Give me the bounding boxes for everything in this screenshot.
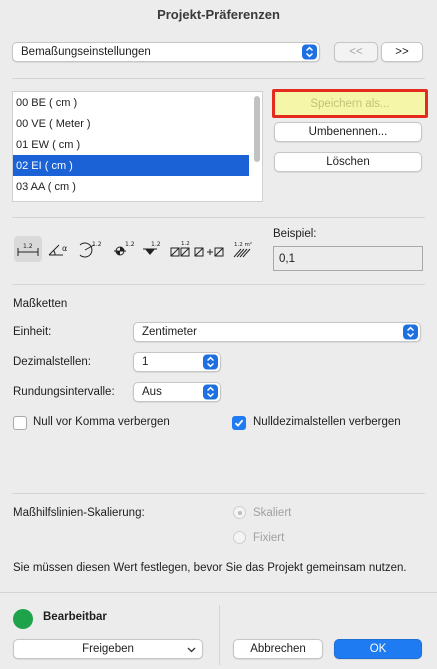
- rounding-select[interactable]: Aus: [133, 382, 221, 402]
- list-item[interactable]: 00 BE ( cm ): [13, 92, 249, 113]
- category-select[interactable]: Bemaßungseinstellungen: [12, 42, 320, 62]
- svg-text:1.2 m²: 1.2 m²: [234, 241, 252, 248]
- hide-leading-zero-label: Null vor Komma verbergen: [33, 416, 170, 428]
- chevron-down-icon: [187, 647, 196, 653]
- decimals-select[interactable]: 1: [133, 352, 221, 372]
- hide-trailing-zeros-label: Nulldezimalstellen verbergen: [253, 416, 401, 428]
- svg-text:1.2: 1.2: [151, 241, 161, 248]
- chevron-updown-icon: [203, 384, 218, 400]
- unit-select-value: Zentimeter: [142, 326, 197, 338]
- rename-button[interactable]: Umbenennen...: [274, 122, 422, 142]
- cancel-button[interactable]: Abbrechen: [233, 639, 323, 659]
- window-title: Projekt-Präferenzen: [157, 6, 280, 22]
- status-label: Bearbeitbar: [43, 611, 107, 623]
- status-indicator: [13, 609, 33, 629]
- scrollbar-thumb[interactable]: [254, 96, 260, 162]
- elevation-dimension-icon[interactable]: 1.2: [141, 236, 165, 262]
- list-item[interactable]: 00 VE ( Meter ): [13, 113, 249, 134]
- svg-text:α: α: [62, 244, 67, 253]
- rounding-label: Rundungsintervalle:: [13, 386, 115, 398]
- example-preview: 0,1: [273, 246, 423, 271]
- save-as-button[interactable]: Speichern als...: [272, 89, 428, 118]
- share-button[interactable]: Freigeben: [13, 639, 203, 659]
- list-item[interactable]: 01 EW ( cm ): [13, 134, 249, 155]
- divider: [12, 78, 425, 79]
- preset-list[interactable]: 00 BE ( cm ) 00 VE ( Meter ) 01 EW ( cm …: [12, 91, 263, 202]
- door-window-dimension-icon[interactable]: 1.2: [169, 236, 227, 262]
- unit-select[interactable]: Zentimeter: [133, 322, 421, 342]
- linear-dimension-icon[interactable]: 1.2: [14, 236, 42, 262]
- next-button[interactable]: >>: [381, 42, 423, 62]
- hide-leading-zero-checkbox[interactable]: [13, 416, 27, 430]
- list-item[interactable]: 03 AA ( cm ): [13, 176, 249, 197]
- hide-trailing-zeros-checkbox[interactable]: [232, 416, 246, 430]
- scaled-label: Skaliert: [253, 507, 292, 519]
- decimals-select-value: 1: [142, 356, 149, 368]
- svg-text:1.2: 1.2: [23, 243, 33, 250]
- example-label: Beispiel:: [273, 228, 317, 240]
- footer-divider: [219, 605, 220, 665]
- section-title: Maßketten: [13, 298, 68, 310]
- chevron-updown-icon: [403, 324, 418, 340]
- category-select-value: Bemaßungseinstellungen: [21, 46, 151, 58]
- chevron-updown-icon: [302, 44, 317, 60]
- divider: [12, 284, 425, 285]
- divider: [0, 592, 437, 593]
- level-dimension-icon[interactable]: 1.2: [110, 236, 138, 262]
- chevron-updown-icon: [203, 354, 218, 370]
- angle-dimension-icon[interactable]: α: [46, 236, 72, 262]
- divider: [12, 493, 425, 494]
- divider: [12, 217, 425, 218]
- previous-button[interactable]: <<: [334, 42, 378, 62]
- scaled-radio[interactable]: [233, 506, 246, 519]
- delete-button[interactable]: Löschen: [274, 152, 422, 172]
- svg-text:1.2: 1.2: [125, 241, 135, 248]
- svg-text:1.2: 1.2: [181, 241, 190, 247]
- fixed-radio[interactable]: [233, 531, 246, 544]
- checkmark-icon: [234, 419, 244, 427]
- radial-dimension-icon[interactable]: 1.2: [76, 236, 104, 262]
- share-button-label: Freigeben: [82, 643, 134, 655]
- area-dimension-icon[interactable]: 1.2 m²: [231, 236, 257, 262]
- ok-button[interactable]: OK: [334, 639, 422, 659]
- svg-text:1.2: 1.2: [92, 241, 102, 248]
- list-item-selected[interactable]: 02 EI ( cm ): [13, 155, 249, 176]
- fixed-label: Fixiert: [253, 532, 285, 544]
- unit-label: Einheit:: [13, 326, 52, 338]
- rounding-select-value: Aus: [142, 386, 162, 398]
- scaling-label: Maßhilfslinien-Skalierung:: [13, 507, 145, 519]
- decimals-label: Dezimalstellen:: [13, 356, 91, 368]
- info-note: Sie müssen diesen Wert festlegen, bevor …: [13, 562, 407, 574]
